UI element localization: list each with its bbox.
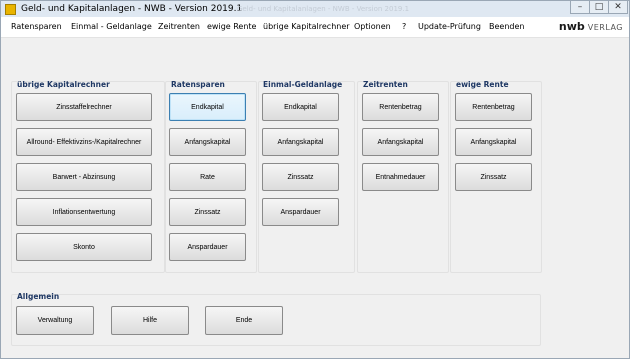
allround-effektivzins-button[interactable]: Allround- Effektivzins-/Kapitalrechner — [16, 128, 152, 156]
group-title-uebrige-kapitalrechner: übrige Kapitalrechner — [17, 80, 110, 89]
menu-ewige-rente[interactable]: ewige Rente — [207, 22, 256, 31]
einmal-endkapital-button[interactable]: Endkapital — [262, 93, 339, 121]
group-title-zeitrenten: Zeitrenten — [363, 80, 408, 89]
barwert-abzinsung-button[interactable]: Barwert - Abzinsung — [16, 163, 152, 191]
menu-ratensparen[interactable]: Ratensparen — [11, 22, 62, 31]
ewige-zinssatz-button[interactable]: Zinssatz — [455, 163, 532, 191]
window-title-ghost: Geld- und Kapitalanlagen - NWB - Version… — [237, 5, 410, 13]
skonto-button[interactable]: Skonto — [16, 233, 152, 261]
ratensparen-rate-button[interactable]: Rate — [169, 163, 246, 191]
ratensparen-anfangskapital-button[interactable]: Anfangskapital — [169, 128, 246, 156]
menu-beenden[interactable]: Beenden — [489, 22, 524, 31]
einmal-anspardauer-button[interactable]: Anspardauer — [262, 198, 339, 226]
title-bar[interactable]: Geld- und Kapitalanlagen - NWB - Version… — [1, 1, 629, 17]
maximize-button[interactable]: □ — [589, 1, 609, 14]
ratensparen-anspardauer-button[interactable]: Anspardauer — [169, 233, 246, 261]
minimize-button[interactable]: – — [570, 1, 590, 14]
zinsstaffelrechner-button[interactable]: Zinsstaffelrechner — [16, 93, 152, 121]
ewige-anfangskapital-button[interactable]: Anfangskapital — [455, 128, 532, 156]
group-title-ewige-rente: ewige Rente — [456, 80, 509, 89]
logo-main: nwb — [558, 20, 585, 33]
hilfe-button[interactable]: Hilfe — [111, 306, 189, 335]
menu-update-pruefung[interactable]: Update-Prüfung — [418, 22, 481, 31]
menu-bar: Ratensparen Einmal - Geldanlage Zeitrent… — [1, 17, 629, 38]
inflationsentwertung-button[interactable]: Inflationsentwertung — [16, 198, 152, 226]
verwaltung-button[interactable]: Verwaltung — [16, 306, 94, 335]
menu-uebrige-kapitalrechner[interactable]: übrige Kapitalrechner — [263, 22, 350, 31]
group-title-allgemein: Allgemein — [17, 292, 60, 301]
window-controls: – □ ✕ — [570, 1, 628, 14]
ende-button[interactable]: Ende — [205, 306, 283, 335]
menu-help[interactable]: ? — [402, 22, 406, 31]
menu-einmal-geldanlage[interactable]: Einmal - Geldanlage — [71, 22, 152, 31]
menu-zeitrenten[interactable]: Zeitrenten — [158, 22, 200, 31]
group-title-ratensparen: Ratensparen — [171, 80, 225, 89]
ewige-rentenbetrag-button[interactable]: Rentenbetrag — [455, 93, 532, 121]
zeitrenten-entnahmedauer-button[interactable]: Entnahmedauer — [362, 163, 439, 191]
window-title: Geld- und Kapitalanlagen - NWB - Version… — [21, 4, 243, 14]
group-title-einmal-geldanlage: Einmal-Geldanlage — [263, 80, 343, 89]
einmal-zinssatz-button[interactable]: Zinssatz — [262, 163, 339, 191]
logo-sub: VERLAG — [587, 23, 623, 32]
zeitrenten-rentenbetrag-button[interactable]: Rentenbetrag — [362, 93, 439, 121]
app-window: Geld- und Kapitalanlagen - NWB - Version… — [0, 0, 630, 359]
zeitrenten-anfangskapital-button[interactable]: Anfangskapital — [362, 128, 439, 156]
app-icon — [5, 3, 16, 15]
nwb-verlag-logo: nwb VERLAG — [559, 20, 623, 33]
ratensparen-zinssatz-button[interactable]: Zinssatz — [169, 198, 246, 226]
menu-optionen[interactable]: Optionen — [354, 22, 391, 31]
close-button[interactable]: ✕ — [608, 1, 628, 14]
ratensparen-endkapital-button[interactable]: Endkapital — [169, 93, 246, 121]
einmal-anfangskapital-button[interactable]: Anfangskapital — [262, 128, 339, 156]
